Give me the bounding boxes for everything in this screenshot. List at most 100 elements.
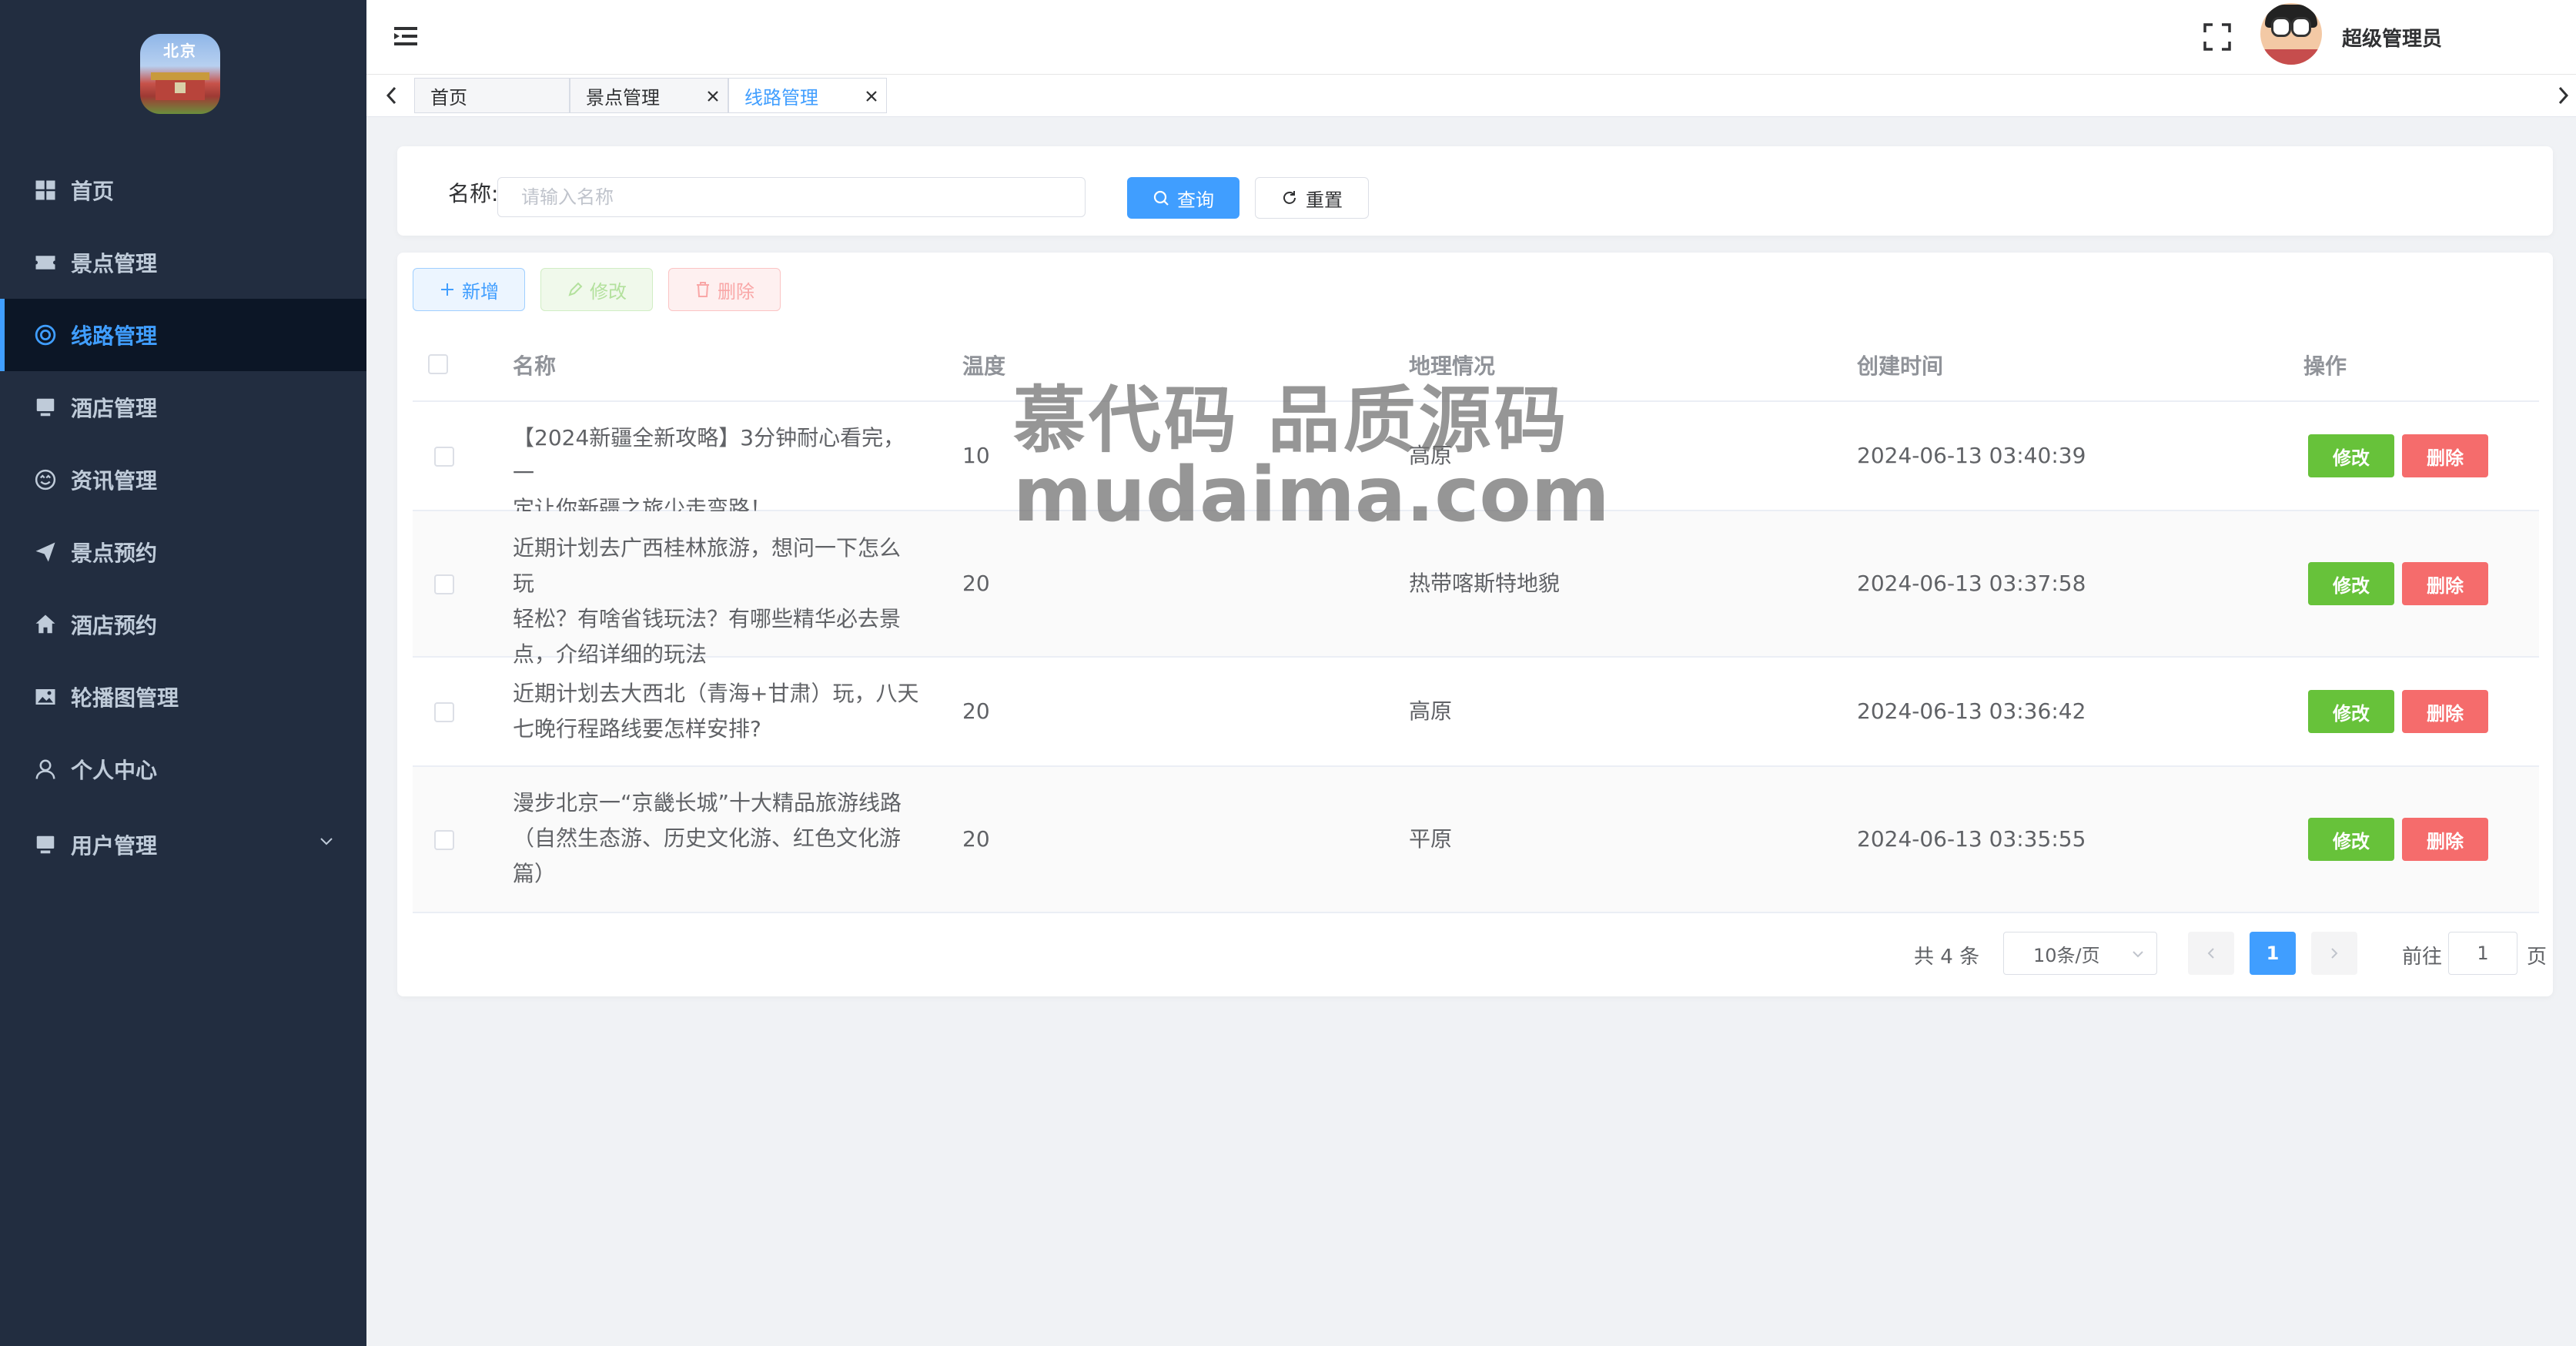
- lifebuoy-icon: [34, 323, 57, 347]
- table-row: 近期计划去大西北（青海+甘肃）玩，八天 七晚行程路线要怎样安排? 20 高原 20…: [413, 658, 2539, 767]
- logo-text: 北京: [163, 42, 197, 60]
- add-button[interactable]: 新增: [413, 268, 525, 311]
- row-checkbox[interactable]: [434, 830, 454, 850]
- sidebar: 北京 首页 景点管理 线路管理 酒店管理 资讯管理 景点预约 酒店预约 轮播图管…: [0, 0, 366, 1346]
- sidebar-item-hotel-booking[interactable]: 酒店预约: [0, 588, 366, 661]
- add-button-label: 新增: [462, 280, 499, 303]
- edit-button[interactable]: 修改: [540, 268, 653, 311]
- tag-routes[interactable]: 线路管理: [728, 78, 887, 113]
- ticket-icon: [34, 251, 57, 274]
- goto-page-input[interactable]: [2448, 932, 2517, 975]
- chevron-left-icon[interactable]: [380, 84, 403, 107]
- sidebar-item-scenic-booking[interactable]: 景点预约: [0, 516, 366, 588]
- smile-circle-icon: [34, 468, 57, 491]
- sidebar-item-home[interactable]: 首页: [0, 154, 366, 226]
- row-delete-button[interactable]: 删除: [2402, 562, 2488, 605]
- table-row: 漫步北京一“京畿长城”十大精品旅游线路 （自然生态游、历史文化游、红色文化游 篇） …: [413, 767, 2539, 913]
- temperature: 20: [962, 826, 990, 852]
- query-button-label: 查询: [1177, 189, 1214, 211]
- row-checkbox[interactable]: [434, 447, 454, 467]
- hamburger-icon[interactable]: [393, 25, 419, 48]
- select-all-checkbox[interactable]: [428, 354, 448, 374]
- row-edit-button[interactable]: 修改: [2308, 434, 2394, 477]
- sidebar-item-label: 景点预约: [71, 541, 158, 566]
- row-checkbox[interactable]: [434, 574, 454, 594]
- pagination: 共 4 条 10条/页 1 前往 页: [397, 921, 2553, 983]
- search-input[interactable]: [497, 177, 1086, 217]
- goto-label: 前往: [2402, 946, 2443, 969]
- geography: 平原: [1409, 826, 1453, 852]
- sidebar-item-label: 线路管理: [71, 323, 158, 349]
- sidebar-item-label: 景点管理: [71, 251, 158, 276]
- sidebar-item-label: 酒店预约: [71, 613, 158, 638]
- fullscreen-icon[interactable]: [2202, 22, 2233, 52]
- sidebar-item-label: 酒店管理: [71, 396, 158, 421]
- temperature: 20: [962, 571, 990, 596]
- sidebar-item-label: 资讯管理: [71, 468, 158, 494]
- row-checkbox[interactable]: [434, 702, 454, 722]
- sidebar-item-hotels[interactable]: 酒店管理: [0, 371, 366, 444]
- tag-label: 线路管理: [744, 86, 818, 109]
- row-edit-button[interactable]: 修改: [2308, 818, 2394, 861]
- close-icon[interactable]: [863, 88, 880, 105]
- page-size-select[interactable]: 10条/页: [2003, 932, 2157, 975]
- edit-icon: [568, 282, 583, 296]
- sidebar-item-news[interactable]: 资讯管理: [0, 444, 366, 516]
- row-edit-button[interactable]: 修改: [2308, 562, 2394, 605]
- tag-home[interactable]: 首页: [414, 78, 570, 113]
- created-time: 2024-06-13 03:40:39: [1857, 443, 2086, 468]
- sidebar-item-carousel[interactable]: 轮播图管理: [0, 661, 366, 733]
- sidebar-item-label: 首页: [71, 179, 115, 204]
- delete-button[interactable]: 删除: [668, 268, 781, 311]
- sidebar-item-label: 用户管理: [71, 833, 158, 859]
- sidebar-item-label: 轮播图管理: [71, 685, 179, 711]
- tag-label: 首页: [430, 86, 467, 109]
- column-header: 操作: [2303, 353, 2347, 379]
- row-delete-button[interactable]: 删除: [2402, 818, 2488, 861]
- prev-page-button[interactable]: [2188, 932, 2234, 975]
- row-edit-button[interactable]: 修改: [2308, 690, 2394, 733]
- chevron-down-icon: [320, 838, 333, 845]
- created-time: 2024-06-13 03:37:58: [1857, 571, 2086, 596]
- row-delete-button[interactable]: 删除: [2402, 690, 2488, 733]
- chevron-down-icon: [2133, 951, 2143, 958]
- pagination-total: 共 4 条: [1914, 946, 1980, 969]
- refresh-icon: [1283, 191, 1296, 204]
- home-icon: [34, 613, 57, 636]
- reset-button[interactable]: 重置: [1255, 177, 1369, 219]
- search-icon: [1153, 190, 1169, 206]
- search-form: 名称: 查询 重置: [397, 146, 2553, 236]
- goto-unit: 页: [2527, 946, 2548, 969]
- logo: 北京: [140, 34, 220, 114]
- user-name[interactable]: 超级管理员: [2342, 23, 2442, 52]
- column-header: 创建时间: [1857, 353, 1944, 379]
- plus-icon: [441, 283, 453, 296]
- created-time: 2024-06-13 03:36:42: [1857, 698, 2086, 724]
- next-page-button[interactable]: [2311, 932, 2357, 975]
- page-number[interactable]: 1: [2250, 932, 2296, 975]
- chevron-right-icon[interactable]: [2551, 84, 2574, 107]
- reset-button-label: 重置: [1306, 189, 1343, 211]
- sidebar-item-scenic[interactable]: 景点管理: [0, 226, 366, 299]
- geography: 高原: [1409, 698, 1453, 724]
- chevron-right-icon: [2331, 948, 2338, 959]
- sidebar-item-label: 个人中心: [71, 758, 158, 783]
- query-button[interactable]: 查询: [1127, 177, 1239, 219]
- user-icon: [34, 758, 57, 781]
- avatar[interactable]: [2260, 3, 2322, 65]
- route-name: 近期计划去大西北（青海+甘肃）玩，八天 七晚行程路线要怎样安排?: [513, 681, 919, 742]
- tag-scenic[interactable]: 景点管理: [570, 78, 728, 113]
- sidebar-item-users[interactable]: 用户管理: [0, 805, 366, 884]
- top-header: 超级管理员: [366, 0, 2576, 75]
- route-name: 近期计划去广西桂林旅游，想问一下怎么玩 轻松？有啥省钱玩法？有哪些精华必去景 点，介…: [513, 535, 902, 667]
- watermark-line2: mudaima.com: [1013, 451, 1610, 539]
- column-header: 温度: [962, 353, 1006, 379]
- sidebar-item-routes[interactable]: 线路管理: [0, 299, 366, 371]
- row-delete-button[interactable]: 删除: [2402, 434, 2488, 477]
- sidebar-item-profile[interactable]: 个人中心: [0, 733, 366, 805]
- monitor-icon: [34, 396, 57, 419]
- close-icon[interactable]: [704, 88, 721, 105]
- picture-icon: [34, 685, 57, 708]
- monitor-icon: [34, 833, 57, 856]
- search-label: 名称:: [448, 181, 499, 206]
